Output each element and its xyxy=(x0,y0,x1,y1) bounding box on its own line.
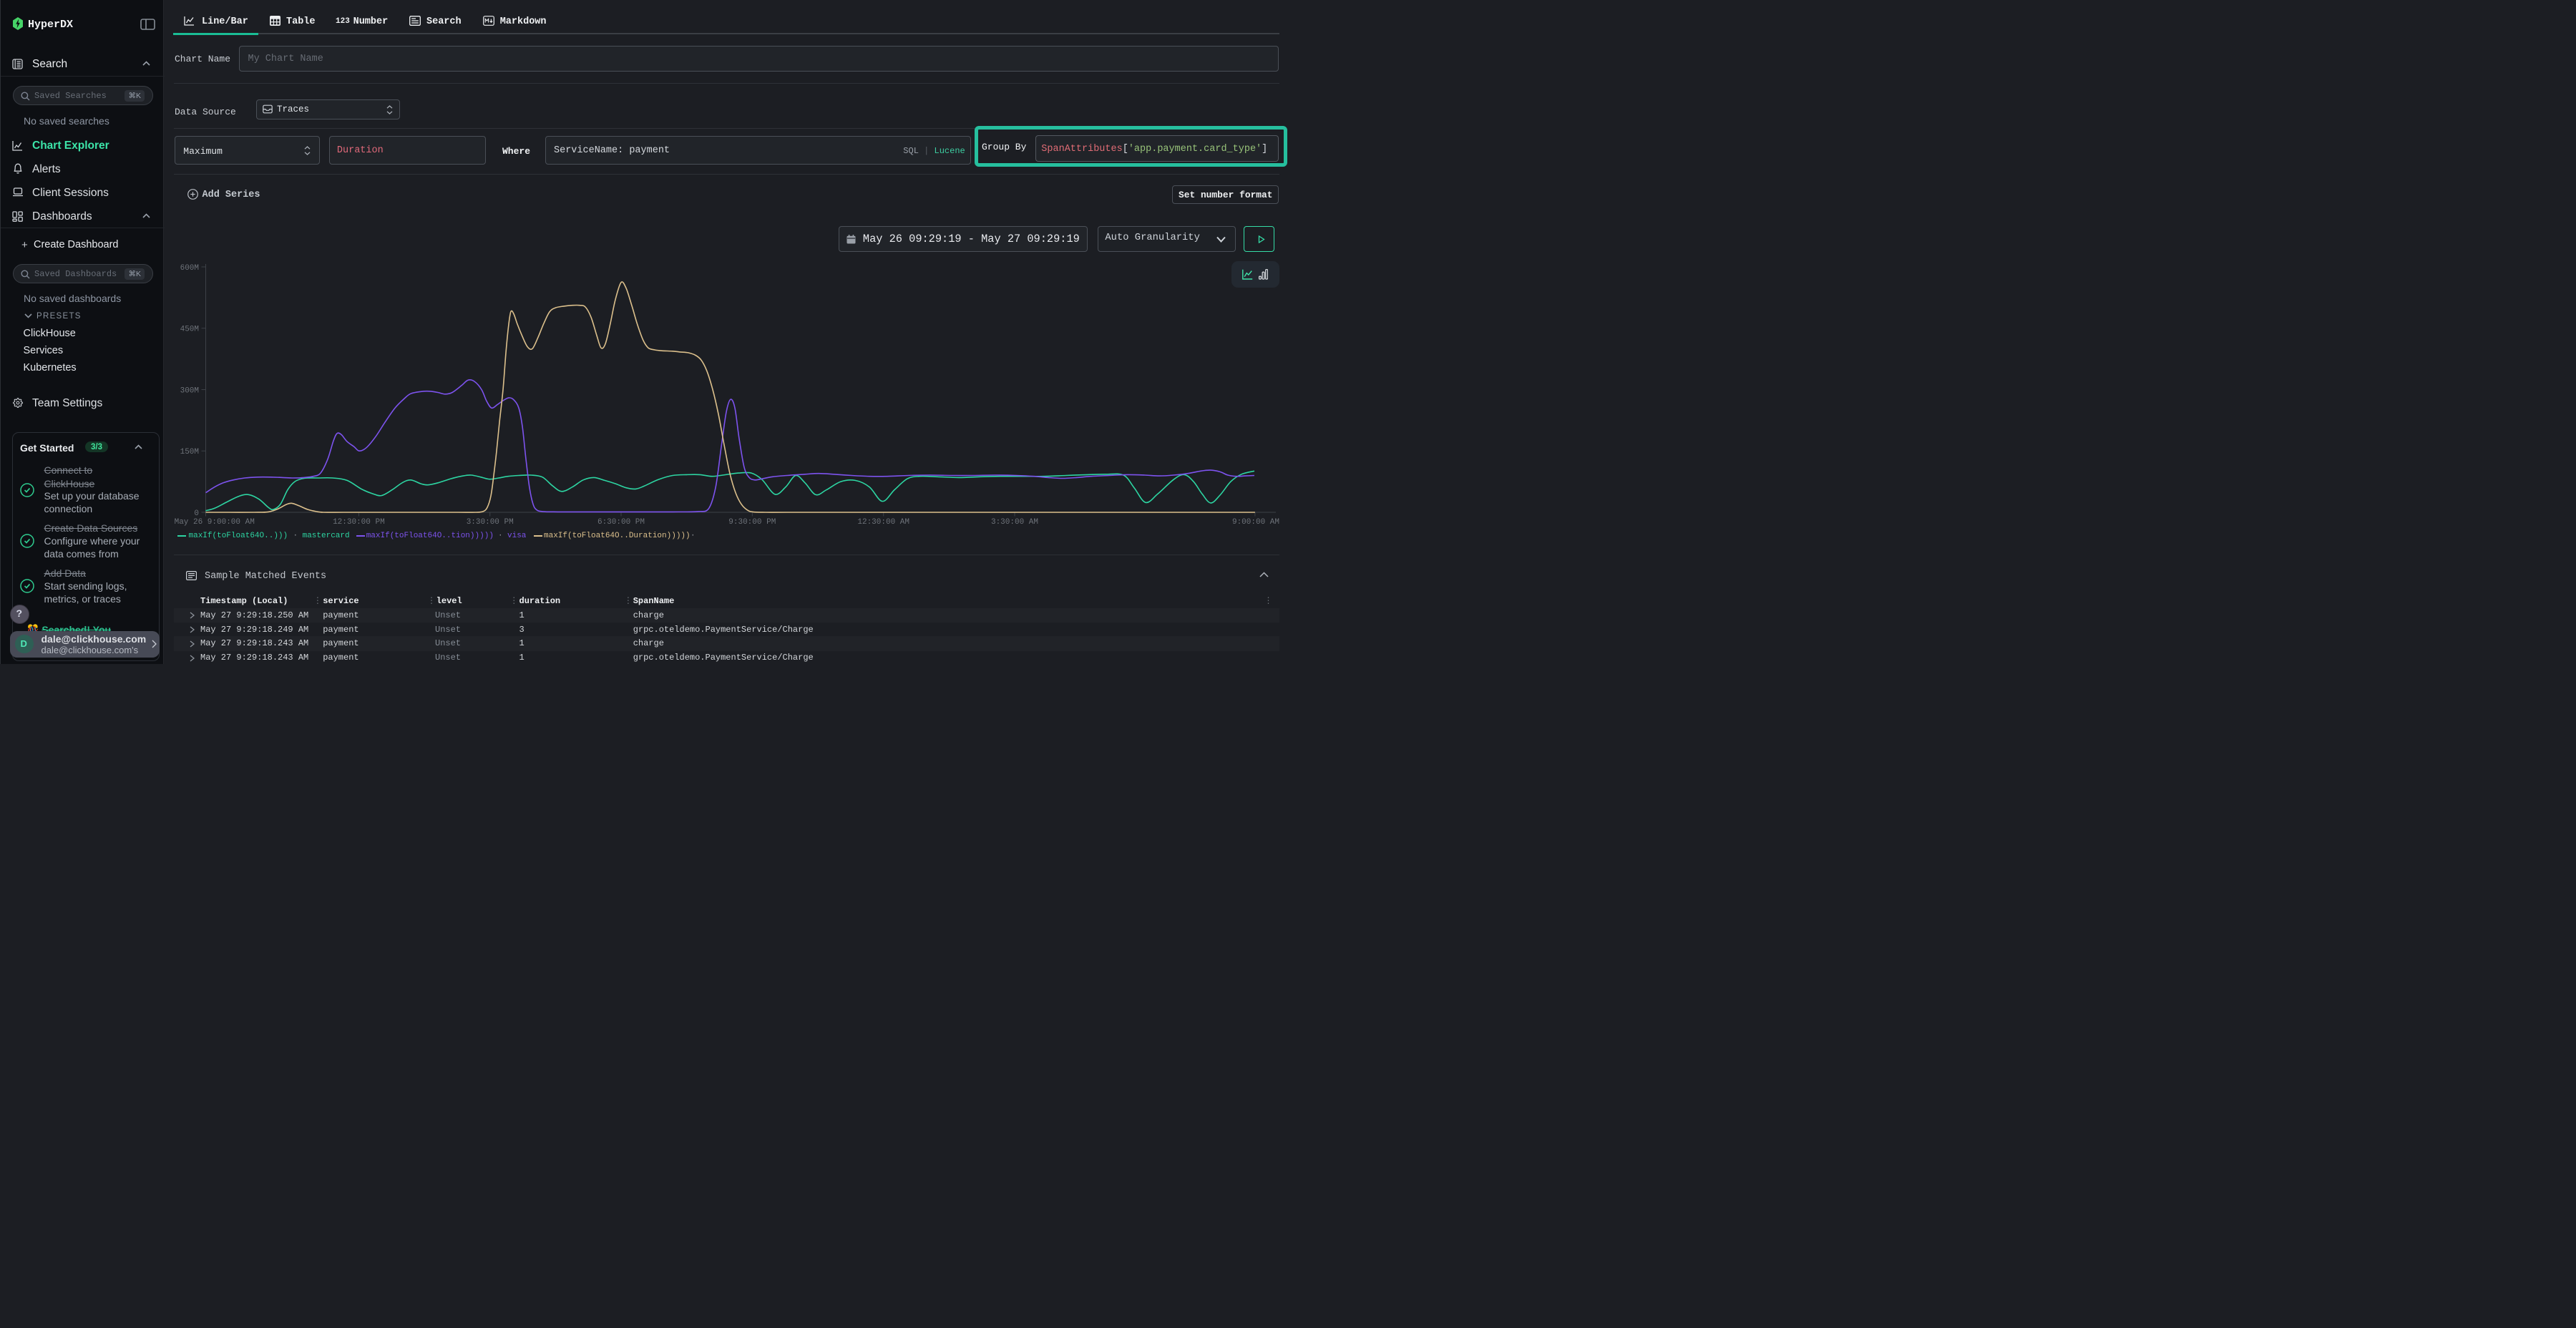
svg-text:450M: 450M xyxy=(180,326,199,334)
svg-text:9:00:00 AM: 9:00:00 AM xyxy=(1232,518,1279,527)
svg-text:9:30:00 PM: 9:30:00 PM xyxy=(728,518,776,527)
svg-text:6:30:00 PM: 6:30:00 PM xyxy=(597,518,645,527)
svg-text:12:30:00 AM: 12:30:00 AM xyxy=(857,518,909,527)
svg-text:300M: 300M xyxy=(180,386,199,395)
svg-text:600M: 600M xyxy=(180,264,199,273)
svg-text:May 26 9:00:00 AM: May 26 9:00:00 AM xyxy=(175,518,255,527)
svg-text:3:30:00 PM: 3:30:00 PM xyxy=(467,518,514,527)
svg-text:150M: 150M xyxy=(180,448,199,456)
svg-text:0: 0 xyxy=(194,509,199,518)
svg-text:12:30:00 PM: 12:30:00 PM xyxy=(333,518,385,527)
svg-text:3:30:00 AM: 3:30:00 AM xyxy=(991,518,1038,527)
